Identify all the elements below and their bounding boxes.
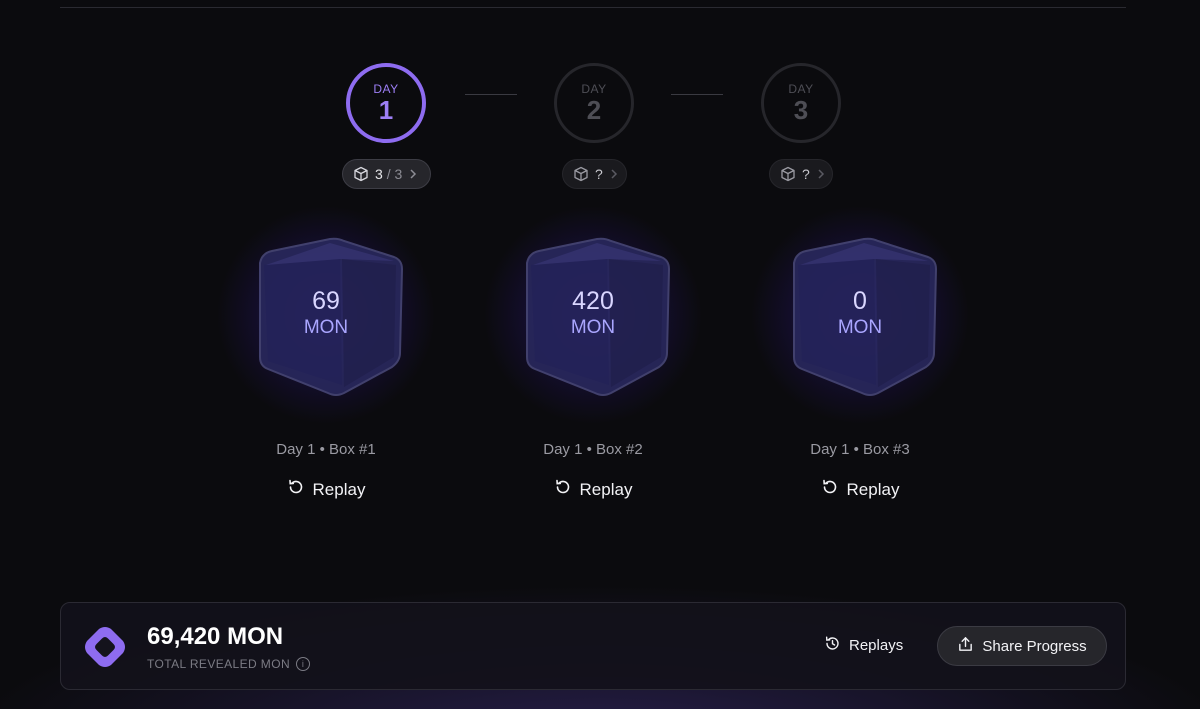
history-icon bbox=[824, 635, 841, 656]
replay-button-box-2[interactable]: Replay bbox=[473, 478, 713, 501]
box-caption: Day 1 • Box #1 bbox=[276, 441, 376, 458]
day-step-1[interactable]: DAY 1 bbox=[346, 63, 426, 143]
total-revealed-label-row: TOTAL REVEALED MON i bbox=[147, 657, 311, 671]
chevron-right-icon bbox=[408, 168, 418, 180]
replay-label: Replay bbox=[846, 479, 900, 499]
box-value: 69 bbox=[312, 287, 340, 315]
replay-icon bbox=[554, 478, 572, 501]
day-2-boxes-pill[interactable]: ? bbox=[562, 159, 627, 189]
box-unit: MON bbox=[570, 317, 616, 338]
box-unit: MON bbox=[837, 317, 883, 338]
box-value: 420 bbox=[572, 287, 614, 315]
replays-button[interactable]: Replays bbox=[824, 635, 903, 656]
box-unit: MON bbox=[303, 317, 349, 338]
cube-icon bbox=[259, 237, 404, 396]
logo-icon bbox=[83, 625, 127, 674]
replays-label: Replays bbox=[849, 637, 904, 654]
reward-box-2[interactable]: 420 MON bbox=[473, 205, 713, 425]
share-progress-button[interactable]: Share Progress bbox=[937, 626, 1107, 666]
day-step-2[interactable]: DAY 2 bbox=[554, 63, 634, 143]
pill-total: 3 bbox=[394, 166, 403, 182]
replay-button-box-3[interactable]: Replay bbox=[740, 478, 980, 501]
pill-count: ? bbox=[802, 166, 810, 182]
day-step-label: DAY bbox=[581, 82, 607, 96]
box-value: 0 bbox=[853, 287, 867, 315]
step-connector bbox=[671, 94, 723, 95]
day-step-label: DAY bbox=[373, 82, 399, 96]
pill-count: 3 bbox=[375, 166, 383, 182]
day-3-boxes-pill[interactable]: ? bbox=[769, 159, 833, 189]
day-step-label: DAY bbox=[788, 82, 814, 96]
replay-button-box-1[interactable]: Replay bbox=[206, 478, 446, 501]
top-divider bbox=[60, 7, 1126, 8]
day-step-3[interactable]: DAY 3 bbox=[761, 63, 841, 143]
replay-icon bbox=[287, 478, 305, 501]
pill-count: ? bbox=[595, 166, 603, 182]
pill-separator: / bbox=[386, 166, 391, 182]
replay-icon bbox=[821, 478, 839, 501]
reward-box-3[interactable]: 0 MON bbox=[740, 205, 980, 425]
replay-label: Replay bbox=[312, 479, 366, 499]
replay-label: Replay bbox=[579, 479, 633, 499]
reward-box-1[interactable]: 69 MON bbox=[206, 205, 446, 425]
box-caption: Day 1 • Box #2 bbox=[543, 441, 643, 458]
share-icon bbox=[957, 636, 974, 657]
share-progress-label: Share Progress bbox=[982, 637, 1087, 655]
info-icon[interactable]: i bbox=[296, 657, 311, 671]
day-step-number: 2 bbox=[586, 95, 602, 125]
cube-icon bbox=[526, 237, 671, 396]
total-revealed-value: 69,420 MON bbox=[147, 623, 284, 650]
box-caption: Day 1 • Box #3 bbox=[810, 441, 910, 458]
page: DAY 1 DAY 2 DAY 3 3 / 3 ? ? 69 MON Day 1… bbox=[0, 0, 1200, 709]
day-1-boxes-pill[interactable]: 3 / 3 bbox=[342, 159, 431, 189]
step-connector bbox=[465, 94, 517, 95]
cube-icon bbox=[353, 166, 369, 182]
summary-bar: 69,420 MON TOTAL REVEALED MON i Replays … bbox=[60, 602, 1126, 690]
day-step-number: 1 bbox=[378, 95, 394, 125]
total-revealed-label: TOTAL REVEALED MON bbox=[147, 657, 291, 671]
chevron-right-icon bbox=[609, 168, 619, 180]
chevron-right-icon bbox=[816, 168, 826, 180]
cube-icon bbox=[573, 166, 589, 182]
cube-icon bbox=[780, 166, 796, 182]
cube-icon bbox=[793, 237, 938, 396]
day-step-number: 3 bbox=[793, 95, 809, 125]
